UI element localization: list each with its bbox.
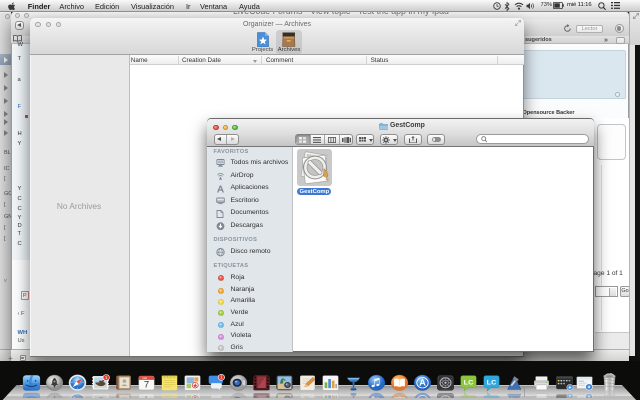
- svg-text:LC: LC: [464, 380, 474, 387]
- svg-text:7: 7: [144, 380, 150, 391]
- svg-text:7: 7: [144, 393, 150, 398]
- svg-text:LC: LC: [487, 380, 497, 387]
